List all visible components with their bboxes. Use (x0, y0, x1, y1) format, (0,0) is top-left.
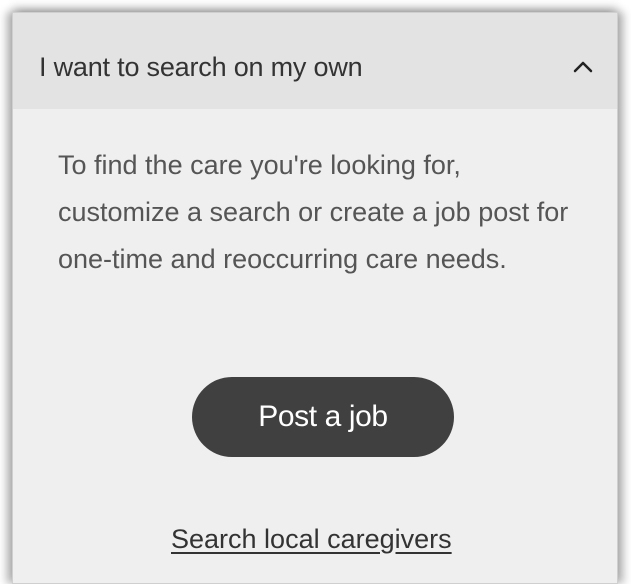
accordion-header[interactable]: I want to search on my own (13, 13, 617, 109)
search-accordion-panel: I want to search on my own To find the c… (12, 12, 618, 584)
screenshot-frame: I want to search on my own To find the c… (0, 0, 631, 584)
search-local-caregivers-link[interactable]: Search local caregivers (171, 524, 452, 555)
chevron-up-icon-svg (573, 61, 593, 73)
accordion-title: I want to search on my own (39, 52, 363, 82)
accordion-description: To find the care you're looking for, cus… (58, 150, 569, 274)
chevron-up-icon[interactable] (571, 55, 595, 79)
post-a-job-button[interactable]: Post a job (192, 377, 454, 457)
